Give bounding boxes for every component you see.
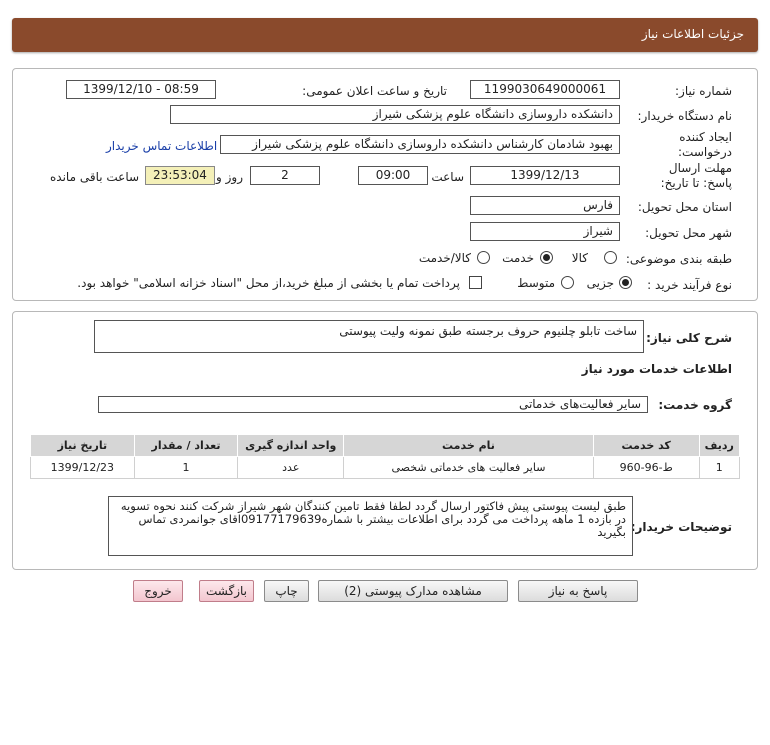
process-medium-label: متوسط — [517, 276, 555, 290]
service-group-field: سایر فعالیت‌های خدماتی — [98, 396, 648, 413]
city-label: شهر محل تحویل: — [645, 226, 732, 240]
col-row-header: ردیف — [698, 434, 741, 457]
category-goods-label: کالا — [571, 251, 588, 265]
process-medium-radio[interactable] — [561, 276, 574, 289]
page-title-bar: جزئیات اطلاعات نیاز — [12, 18, 758, 52]
creator-field: بهبود شادمان کارشناس دانشکده داروسازی دا… — [220, 135, 620, 154]
process-label: نوع فرآیند خرید : — [647, 278, 732, 292]
summary-text: ساخت تابلو چلنیوم حروف برجسته طبق نمونه … — [339, 324, 637, 338]
deadline-date-field: 1399/12/13 — [470, 166, 620, 185]
col-unit-header: واحد اندازه گیری — [237, 434, 345, 457]
announce-field: 1399/12/10 - 08:59 — [66, 80, 216, 99]
remaining-time-field: 23:53:04 — [145, 166, 215, 185]
need-number-field: 1199030649000061 — [470, 80, 620, 99]
deadline-time-label: ساعت — [431, 170, 464, 184]
col-date-header: تاریخ نیاز — [30, 434, 135, 457]
remaining-time-label: ساعت باقی مانده — [50, 170, 140, 184]
deadline-label: مهلت ارسال پاسخ: تا تاریخ: — [642, 161, 732, 191]
services-table: ردیف کد خدمت نام خدمت واحد اندازه گیری ت… — [30, 434, 741, 479]
cell-name: سایر فعالیت های خدماتی شخصی — [343, 456, 594, 479]
page-title: جزئیات اطلاعات نیاز — [641, 27, 744, 41]
print-button[interactable]: چاپ — [264, 580, 309, 602]
cell-unit: عدد — [237, 456, 345, 479]
creator-label-text: ایجاد کننده درخواست: — [678, 130, 732, 159]
buyer-notes-text: طبق لیست پیوستی پیش فاکتور ارسال گردد لط… — [120, 499, 626, 539]
category-service-label: خدمت — [502, 251, 534, 265]
buyer-field: دانشکده داروسازی دانشگاه علوم پزشکی شیرا… — [170, 105, 620, 124]
buyer-contact-link[interactable]: اطلاعات تماس خریدار — [106, 139, 217, 153]
cell-date: 1399/12/23 — [30, 456, 135, 479]
process-minor-label: جزیی — [586, 276, 614, 290]
days-label: روز و — [216, 170, 243, 184]
attachments-button[interactable]: مشاهده مدارک پیوستی (2) — [318, 580, 508, 602]
buyer-label: نام دستگاه خریدار: — [637, 109, 733, 123]
buyer-notes-label: توضیحات خریدار: — [630, 520, 732, 534]
back-button[interactable]: بازگشت — [199, 580, 254, 602]
col-qty-header: تعداد / مقدار — [133, 434, 239, 457]
table-header-row: ردیف کد خدمت نام خدمت واحد اندازه گیری ت… — [30, 434, 741, 457]
reply-button[interactable]: پاسخ به نیاز — [518, 580, 638, 602]
cell-qty: 1 — [133, 456, 239, 479]
col-code-header: کد خدمت — [592, 434, 700, 457]
province-field: فارس — [470, 196, 620, 215]
category-goods-radio[interactable] — [604, 251, 617, 264]
category-service-radio[interactable] — [540, 251, 553, 264]
process-minor-radio[interactable] — [619, 276, 632, 289]
category-goods-service-radio[interactable] — [477, 251, 490, 264]
service-group-label: گروه خدمت: — [658, 398, 732, 412]
treasury-payment-note: پرداخت تمام یا بخشی از مبلغ خرید،از محل … — [77, 276, 460, 290]
exit-button[interactable]: خروج — [133, 580, 183, 602]
deadline-time-field: 09:00 — [358, 166, 428, 185]
cell-code: ط-96-960 — [592, 456, 700, 479]
table-row: 1 ط-96-960 سایر فعالیت های خدماتی شخصی ع… — [30, 456, 741, 479]
treasury-payment-checkbox[interactable] — [469, 276, 482, 289]
services-section-title: اطلاعات خدمات مورد نیاز — [581, 362, 732, 376]
cell-row: 1 — [698, 456, 741, 479]
creator-label: ایجاد کننده درخواست: — [642, 130, 732, 160]
col-name-header: نام خدمت — [343, 434, 594, 457]
province-label: استان محل تحویل: — [637, 200, 732, 214]
category-label: طبقه بندی موضوعی: — [625, 252, 732, 266]
summary-field: ساخت تابلو چلنیوم حروف برجسته طبق نمونه … — [94, 320, 644, 353]
need-number-label: شماره نیاز: — [675, 84, 732, 98]
deadline-label-text: مهلت ارسال پاسخ: تا تاریخ: — [660, 161, 732, 190]
summary-label: شرح کلی نیاز: — [646, 331, 732, 345]
days-remaining-field: 2 — [250, 166, 320, 185]
announce-label: تاریخ و ساعت اعلان عمومی: — [302, 84, 447, 98]
city-field: شیراز — [470, 222, 620, 241]
category-goods-service-label: کالا/خدمت — [418, 251, 471, 265]
buyer-notes-field: طبق لیست پیوستی پیش فاکتور ارسال گردد لط… — [108, 496, 633, 556]
